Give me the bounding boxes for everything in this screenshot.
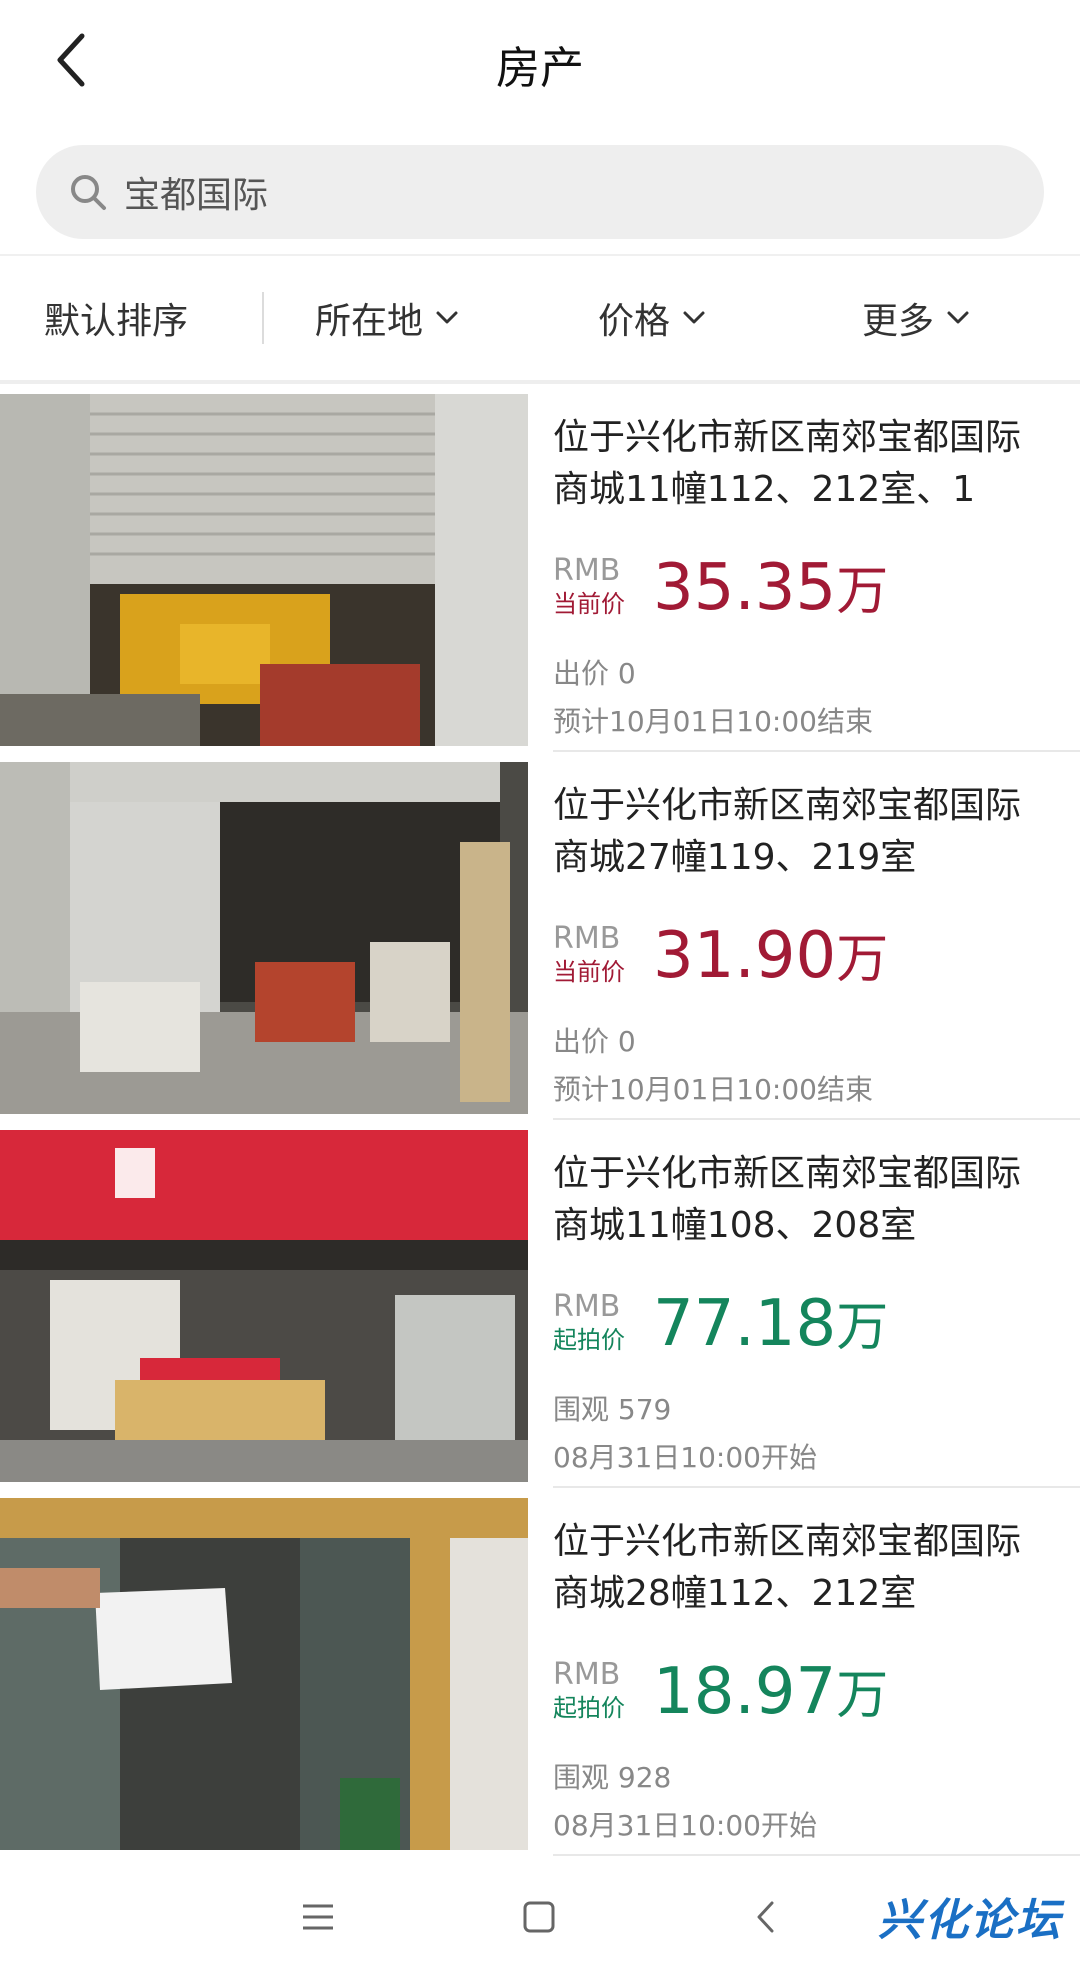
view-count: 围观 928	[553, 1761, 672, 1794]
filter-more[interactable]: 更多	[862, 256, 970, 380]
price-number: 77.18	[653, 1287, 837, 1361]
price-number: 18.97	[653, 1655, 837, 1729]
listing-item[interactable]: 位于兴化市新区南郊宝都国际商城11幢112、212室、1 RMB 当前价 35.…	[0, 384, 1080, 752]
listing-title[interactable]: 位于兴化市新区南郊宝都国际商城11幢108、208室	[553, 1148, 1053, 1252]
currency-label: RMB	[553, 553, 621, 588]
auction-time: 预计10月01日10:00结束	[553, 705, 873, 738]
view-count: 围观 579	[553, 1393, 672, 1426]
price-number: 31.90	[653, 919, 837, 993]
menu-button[interactable]	[278, 1882, 358, 1952]
listing-list: 位于兴化市新区南郊宝都国际商城11幢112、212室、1 RMB 当前价 35.…	[0, 384, 1080, 1856]
chevron-down-icon	[435, 310, 459, 326]
filter-label: 所在地	[315, 301, 424, 342]
listing-title[interactable]: 位于兴化市新区南郊宝都国际商城11幢112、212室、1	[553, 412, 1053, 516]
listing-info: 位于兴化市新区南郊宝都国际商城28幢112、212室 RMB 起拍价 18.97…	[553, 1488, 1080, 1856]
chevron-down-icon	[946, 310, 970, 326]
back-icon	[757, 1901, 774, 1933]
auction-time: 08月31日10:00开始	[553, 1809, 817, 1842]
bid-count: 出价 0	[553, 1025, 636, 1058]
search-icon	[66, 170, 110, 214]
home-button[interactable]	[499, 1882, 579, 1952]
listing-photo	[0, 1498, 528, 1850]
filter-label: 价格	[598, 301, 671, 342]
auction-time: 预计10月01日10:00结束	[553, 1073, 873, 1106]
divider	[553, 1854, 1080, 1856]
chevron-down-icon	[682, 310, 706, 326]
currency-label: RMB	[553, 1289, 621, 1324]
price-label: 当前价	[553, 590, 625, 618]
listing-photo	[0, 394, 528, 746]
bid-count: 出价 0	[553, 657, 636, 690]
currency-label: RMB	[553, 921, 621, 956]
filter-label: 默认排序	[44, 301, 189, 342]
price-value: 77.18万	[653, 1284, 888, 1368]
listing-item[interactable]: 位于兴化市新区南郊宝都国际商城11幢108、208室 RMB 起拍价 77.18…	[0, 1120, 1080, 1488]
price-number: 35.35	[653, 551, 837, 625]
price-label: 起拍价	[553, 1694, 625, 1722]
auction-time: 08月31日10:00开始	[553, 1441, 817, 1474]
price-unit: 万	[836, 930, 889, 990]
price-label: 当前价	[553, 958, 625, 986]
system-navbar: 兴化论坛	[0, 1862, 1080, 1972]
price-unit: 万	[836, 1298, 889, 1358]
price-value: 35.35万	[653, 548, 888, 632]
filter-location[interactable]: 所在地	[315, 256, 459, 380]
listing-photo	[0, 1130, 528, 1482]
filter-separator	[262, 292, 264, 344]
filter-default-sort[interactable]: 默认排序	[44, 256, 188, 380]
search-bar[interactable]	[36, 145, 1044, 239]
price-label: 起拍价	[553, 1326, 625, 1354]
header: 房产	[0, 0, 1080, 125]
price-unit: 万	[836, 1666, 889, 1726]
listing-info: 位于兴化市新区南郊宝都国际商城11幢112、212室、1 RMB 当前价 35.…	[553, 384, 1080, 752]
filter-price[interactable]: 价格	[598, 256, 706, 380]
listing-info: 位于兴化市新区南郊宝都国际商城11幢108、208室 RMB 起拍价 77.18…	[553, 1120, 1080, 1488]
listing-info: 位于兴化市新区南郊宝都国际商城27幢119、219室 RMB 当前价 31.90…	[553, 752, 1080, 1120]
price-value: 18.97万	[653, 1652, 888, 1736]
currency-label: RMB	[553, 1657, 621, 1692]
listing-title[interactable]: 位于兴化市新区南郊宝都国际商城28幢112、212室	[553, 1516, 1053, 1620]
system-back-button[interactable]	[725, 1882, 805, 1952]
price-value: 31.90万	[653, 916, 888, 1000]
home-square-icon	[523, 1901, 555, 1933]
app-root: 房产 默认排序 所在地 价格 更多	[0, 0, 1080, 1972]
listing-title[interactable]: 位于兴化市新区南郊宝都国际商城27幢119、219室	[553, 780, 1053, 884]
listing-item[interactable]: 位于兴化市新区南郊宝都国际商城28幢112、212室 RMB 起拍价 18.97…	[0, 1488, 1080, 1856]
filter-label: 更多	[862, 301, 935, 342]
menu-icon	[303, 1904, 333, 1930]
search-input[interactable]	[124, 171, 1004, 213]
price-unit: 万	[836, 562, 889, 622]
page-title: 房产	[496, 43, 584, 94]
watermark-logo: 兴化论坛	[878, 1895, 1062, 1946]
listing-item[interactable]: 位于兴化市新区南郊宝都国际商城27幢119、219室 RMB 当前价 31.90…	[0, 752, 1080, 1120]
listing-photo	[0, 762, 528, 1114]
filter-bar: 默认排序 所在地 价格 更多	[0, 256, 1080, 380]
